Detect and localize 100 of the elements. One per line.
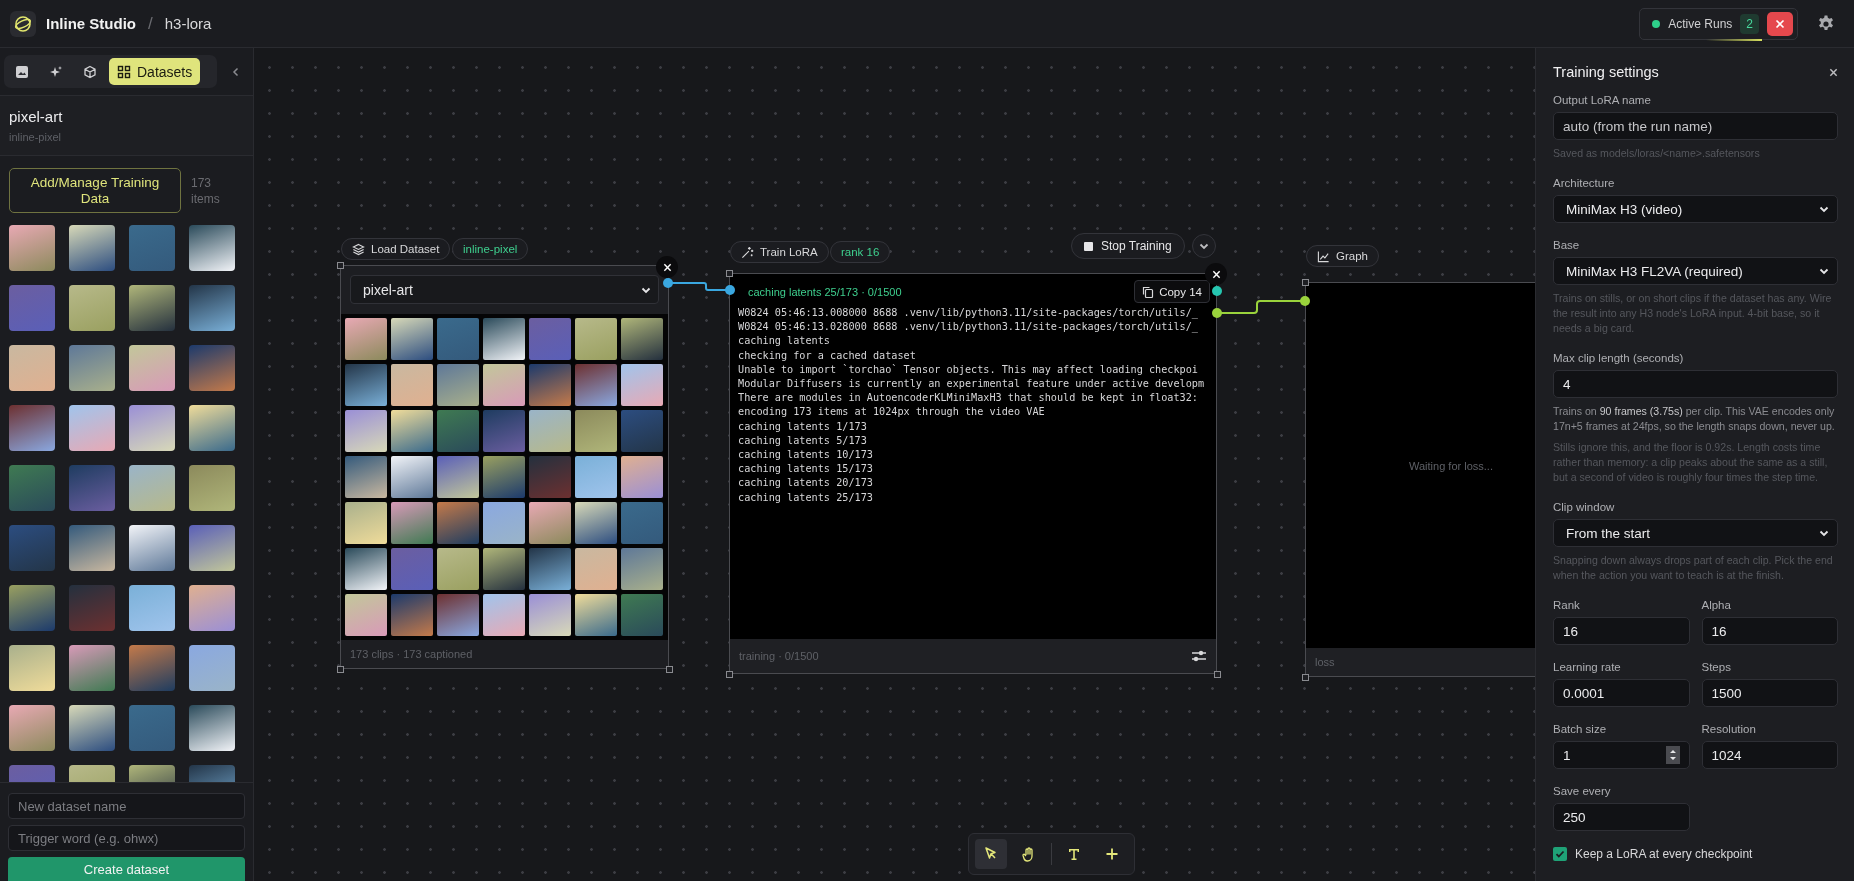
- wand-icon: [741, 245, 754, 259]
- resize-handle[interactable]: [1302, 674, 1309, 681]
- photo-placeholder: [391, 456, 433, 498]
- photo-placeholder: [9, 285, 55, 331]
- resize-handle[interactable]: [1302, 279, 1309, 286]
- node-title[interactable]: Train LoRA: [730, 241, 829, 263]
- check-icon: [1555, 849, 1565, 859]
- resize-handle[interactable]: [726, 671, 733, 678]
- photo-placeholder: [621, 594, 663, 636]
- photo-placeholder: [437, 410, 479, 452]
- photo-placeholder: [345, 502, 387, 544]
- status-dot: [1652, 19, 1661, 28]
- input-field[interactable]: 16: [1553, 617, 1690, 645]
- photo-placeholder: [621, 318, 663, 360]
- sidebar-tab[interactable]: Datasets: [109, 58, 201, 85]
- photo-placeholder: [529, 548, 571, 590]
- photo-placeholder: [69, 645, 115, 691]
- dataset-select[interactable]: pixel-art: [350, 275, 659, 304]
- active-runs-panel[interactable]: Active Runs 2: [1639, 7, 1798, 40]
- close-icon[interactable]: [1829, 67, 1838, 77]
- photo-placeholder: [9, 465, 55, 511]
- photo-placeholder: [483, 548, 525, 590]
- node-tag: rank 16: [830, 241, 891, 263]
- sliders-icon[interactable]: [1191, 649, 1207, 663]
- tool-button[interactable]: [975, 839, 1007, 869]
- field-label: Clip window: [1553, 501, 1616, 513]
- photo-placeholder: [483, 456, 525, 498]
- photo-placeholder: [129, 585, 175, 631]
- photo-placeholder: [9, 225, 55, 271]
- image-icon: [15, 64, 29, 79]
- port-dot[interactable]: [1212, 286, 1222, 296]
- photo-placeholder: [621, 456, 663, 498]
- photo-placeholder: [189, 405, 235, 451]
- resize-handle[interactable]: [666, 666, 673, 673]
- photo-placeholder: [129, 465, 175, 511]
- photo-placeholder: [345, 456, 387, 498]
- input-field[interactable]: 0.0001: [1553, 679, 1690, 707]
- input-field[interactable]: auto (from the run name): [1553, 112, 1838, 140]
- resize-handle[interactable]: [337, 666, 344, 673]
- resize-handle[interactable]: [1214, 671, 1221, 678]
- dataset-name-field[interactable]: New dataset name: [8, 793, 245, 819]
- port-dot[interactable]: [663, 278, 673, 288]
- stop-icon: [1084, 241, 1093, 251]
- port-dot[interactable]: [725, 285, 735, 295]
- checkbox[interactable]: [1553, 847, 1567, 861]
- photo-placeholder: [437, 548, 479, 590]
- photo-placeholder: [69, 465, 115, 511]
- photo-placeholder: [437, 594, 479, 636]
- photo-placeholder: [189, 525, 235, 571]
- photo-placeholder: [345, 364, 387, 406]
- field-label: Architecture: [1553, 177, 1616, 189]
- select-field[interactable]: From the start: [1553, 519, 1838, 547]
- port-dot[interactable]: [1300, 296, 1310, 306]
- photo-placeholder: [9, 645, 55, 691]
- photo-placeholder: [129, 405, 175, 451]
- photo-placeholder: [621, 548, 663, 590]
- log-line: Unable to import `torchao` Tensor objects. This may affect loading checkpoi: [738, 362, 1199, 377]
- plus-icon: [1105, 847, 1119, 861]
- photo-placeholder: [129, 525, 175, 571]
- photo-placeholder: [483, 594, 525, 636]
- select-field[interactable]: MiniMax H3 (video): [1553, 195, 1838, 223]
- stop-runs-button[interactable]: [1767, 11, 1793, 36]
- photo-placeholder: [69, 285, 115, 331]
- photo-placeholder: [437, 318, 479, 360]
- dropdown-button[interactable]: [1192, 234, 1216, 258]
- resize-handle[interactable]: [337, 262, 344, 269]
- field-label: Max clip length (seconds): [1553, 352, 1685, 364]
- node-title[interactable]: Load Dataset: [341, 238, 451, 260]
- field-label: Save every: [1553, 785, 1612, 797]
- pointer-icon: [983, 846, 999, 862]
- resize-handle[interactable]: [726, 270, 733, 277]
- active-runs-label: Active Runs: [1668, 16, 1733, 31]
- manage-data-button[interactable]: Add/Manage Training Data: [9, 168, 181, 213]
- photo-placeholder: [391, 364, 433, 406]
- stop-training-button[interactable]: Stop Training: [1071, 233, 1185, 259]
- node-footer: loss: [1315, 656, 1335, 668]
- photo-placeholder: [483, 502, 525, 544]
- copy-button[interactable]: Copy 14: [1134, 280, 1210, 303]
- port-dot[interactable]: [1212, 308, 1222, 318]
- select-field[interactable]: MiniMax H3 FL2VA (required): [1553, 257, 1838, 285]
- photo-placeholder: [129, 345, 175, 391]
- input-field[interactable]: 250: [1553, 803, 1690, 831]
- log-line: W0824 05:46:13.028000 8688 .venv/lib/python3.11/site-packages/torch/utils/_: [738, 320, 1199, 335]
- input-field[interactable]: 1024: [1701, 741, 1838, 769]
- input-field[interactable]: 16: [1701, 617, 1838, 645]
- photo-placeholder: [391, 410, 433, 452]
- project-name[interactable]: h3-lora: [164, 15, 212, 32]
- number-field[interactable]: 1: [1553, 741, 1690, 769]
- breadcrumb-separator: /: [148, 13, 153, 34]
- input-field[interactable]: 4: [1553, 370, 1838, 398]
- photo-placeholder: [189, 465, 235, 511]
- log-line: caching latents: [738, 334, 831, 349]
- empty-state-text: Waiting for loss...: [1409, 459, 1493, 472]
- photo-placeholder: [69, 405, 115, 451]
- collapse-icon[interactable]: [231, 66, 241, 77]
- trigger-word-field[interactable]: Trigger word (e.g. ohwx): [8, 825, 245, 851]
- copy-icon: [1142, 285, 1155, 298]
- photo-placeholder: [69, 705, 115, 751]
- node-title[interactable]: Graph: [1306, 245, 1379, 267]
- input-field[interactable]: 1500: [1701, 679, 1838, 707]
